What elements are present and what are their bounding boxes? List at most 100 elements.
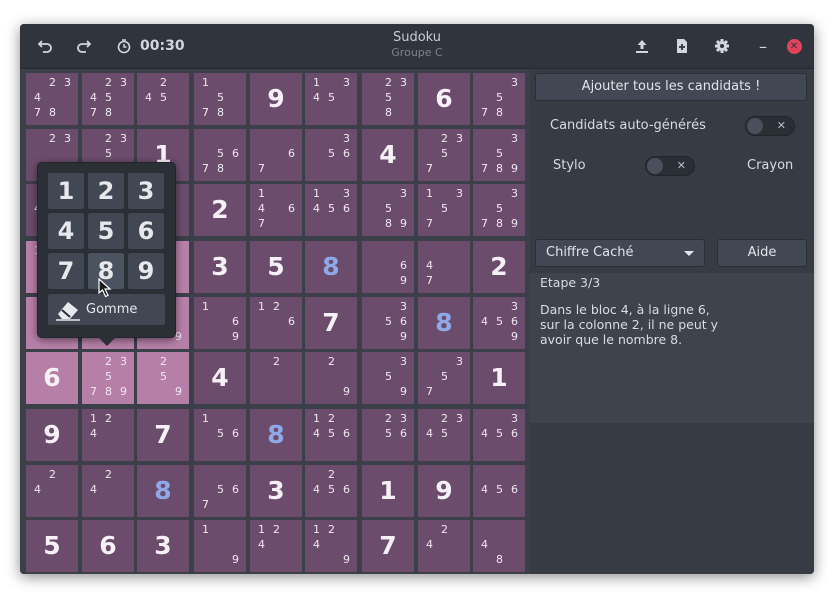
sudoku-cell[interactable]: 357 [418,352,470,404]
numpad-6-button[interactable]: 6 [127,212,165,250]
numpad-7-button[interactable]: 7 [47,252,85,290]
sudoku-cell[interactable]: 24 [82,465,134,517]
sudoku-cell[interactable]: 245 [137,73,189,125]
auto-candidates-switch[interactable]: ✕ [745,116,795,136]
sudoku-cell[interactable]: 48 [473,520,525,572]
sudoku-cell[interactable]: 2357 [418,129,470,181]
sudoku-block: 69472 3569834569 3593571 [362,241,525,404]
sudoku-cell[interactable]: 7 [305,297,357,349]
candidate-digit: 9 [120,385,127,398]
numpad-1-button[interactable]: 1 [47,172,85,210]
sudoku-cell[interactable]: 6 [82,520,134,572]
candidate-digit: 4 [90,91,97,104]
sudoku-cell[interactable]: 1 3 45 [305,73,357,125]
sudoku-cell[interactable]: 235789 [82,352,134,404]
settings-button[interactable] [712,36,732,56]
candidate-digit: 5 [217,427,224,440]
sudoku-cell[interactable]: 3 [137,520,189,572]
sudoku-cell[interactable]: 69 [362,241,414,293]
candidate-digit: 1 [313,523,320,536]
sudoku-cell[interactable]: 35789 [473,129,525,181]
sudoku-cell[interactable]: 5 [250,241,302,293]
close-button[interactable]: ✕ [784,36,804,56]
sudoku-cell[interactable]: 56 7 [194,465,246,517]
sudoku-cell[interactable]: 1 [473,352,525,404]
sudoku-cell[interactable]: 1 357 [418,184,470,236]
sudoku-cell[interactable]: 8 [250,409,302,461]
sudoku-cell[interactable]: 7 [362,520,414,572]
sudoku-cell[interactable]: 23 45 [418,409,470,461]
candidate-digit: 4 [90,427,97,440]
sudoku-cell[interactable]: 67 [250,129,302,181]
sudoku-cell[interactable]: 1578 [194,73,246,125]
candidate-digit: 8 [496,106,503,119]
sudoku-cell[interactable]: 12456 [305,409,357,461]
sudoku-cell[interactable]: 2 [250,352,302,404]
sudoku-cell[interactable]: 6 [418,73,470,125]
sudoku-cell[interactable]: 2 [194,184,246,236]
redo-button[interactable] [74,36,94,56]
sudoku-cell[interactable]: 2456 [305,465,357,517]
sudoku-cell[interactable]: 3 456 [473,409,525,461]
numpad-9-button[interactable]: 9 [127,252,165,290]
sudoku-cell[interactable]: 124 [82,409,134,461]
sudoku-cell[interactable]: 23 4578 [82,73,134,125]
sudoku-cell[interactable]: 35789 [473,184,525,236]
sudoku-cell[interactable]: 1 3 456 [305,184,357,236]
undo-button[interactable] [35,36,55,56]
candidate-digit: 2 [105,468,112,481]
sudoku-cell[interactable]: 1 6 9 [194,297,246,349]
sudoku-cell[interactable]: 235 8 [362,73,414,125]
pen-pencil-switch[interactable]: ✕ [645,156,695,176]
sudoku-cell[interactable]: 156 [194,409,246,461]
sudoku-cell[interactable]: 2 59 [137,352,189,404]
numpad-4-button[interactable]: 4 [47,212,85,250]
sudoku-cell[interactable]: 35 89 [362,184,414,236]
export-button[interactable] [632,36,652,56]
sudoku-cell[interactable]: 2356 [362,409,414,461]
sudoku-cell[interactable]: 24 [418,520,470,572]
new-game-button[interactable] [672,36,692,56]
sudoku-cell[interactable]: 4 [194,352,246,404]
sudoku-cell[interactable]: 356 9 [362,297,414,349]
sudoku-cell[interactable]: 8 [305,241,357,293]
sudoku-cell[interactable]: 1 [362,465,414,517]
sudoku-cell[interactable]: 124 9 [305,520,357,572]
sudoku-cell[interactable]: 359 [362,352,414,404]
sudoku-cell[interactable]: 356 [305,129,357,181]
candidate-digit: 5 [217,483,224,496]
sudoku-cell[interactable]: 456 [473,465,525,517]
sudoku-cell[interactable]: 4 [362,129,414,181]
sudoku-cell[interactable]: 3 [194,241,246,293]
sudoku-cell[interactable]: 3 [250,465,302,517]
sudoku-cell[interactable]: 8 [418,297,470,349]
sudoku-cell[interactable]: 1 4 6 7 [250,184,302,236]
sudoku-cell[interactable]: 5 [26,520,78,572]
sudoku-cell[interactable]: 9 [26,409,78,461]
minimize-button[interactable]: – [753,36,773,56]
help-button[interactable]: Aide [717,239,807,267]
numpad-3-button[interactable]: 3 [127,172,165,210]
technique-dropdown[interactable]: Chiffre Caché [535,239,705,267]
sudoku-cell[interactable]: 7 [137,409,189,461]
sudoku-cell[interactable]: 126 [250,297,302,349]
sudoku-cell[interactable]: 6 [26,352,78,404]
numpad-5-button[interactable]: 5 [87,212,125,250]
sudoku-cell[interactable]: 9 [418,465,470,517]
sudoku-cell[interactable]: 56 78 [194,129,246,181]
sudoku-cell[interactable]: 124 [250,520,302,572]
sudoku-cell[interactable]: 2 [473,241,525,293]
candidate-digit: 4 [258,538,265,551]
add-all-candidates-button[interactable]: Ajouter tous les candidats ! [535,73,807,101]
sudoku-cell[interactable]: 9 [250,73,302,125]
sudoku-cell[interactable]: 3 456 9 [473,297,525,349]
candidate-digit: 7 [426,217,433,230]
numpad-2-button[interactable]: 2 [87,172,125,210]
sudoku-cell[interactable]: 3578 [473,73,525,125]
sudoku-cell[interactable]: 23 4 78 [26,73,78,125]
sudoku-cell[interactable]: 24 [26,465,78,517]
sudoku-cell[interactable]: 19 [194,520,246,572]
sudoku-cell[interactable]: 8 [137,465,189,517]
sudoku-cell[interactable]: 29 [305,352,357,404]
sudoku-cell[interactable]: 47 [418,241,470,293]
